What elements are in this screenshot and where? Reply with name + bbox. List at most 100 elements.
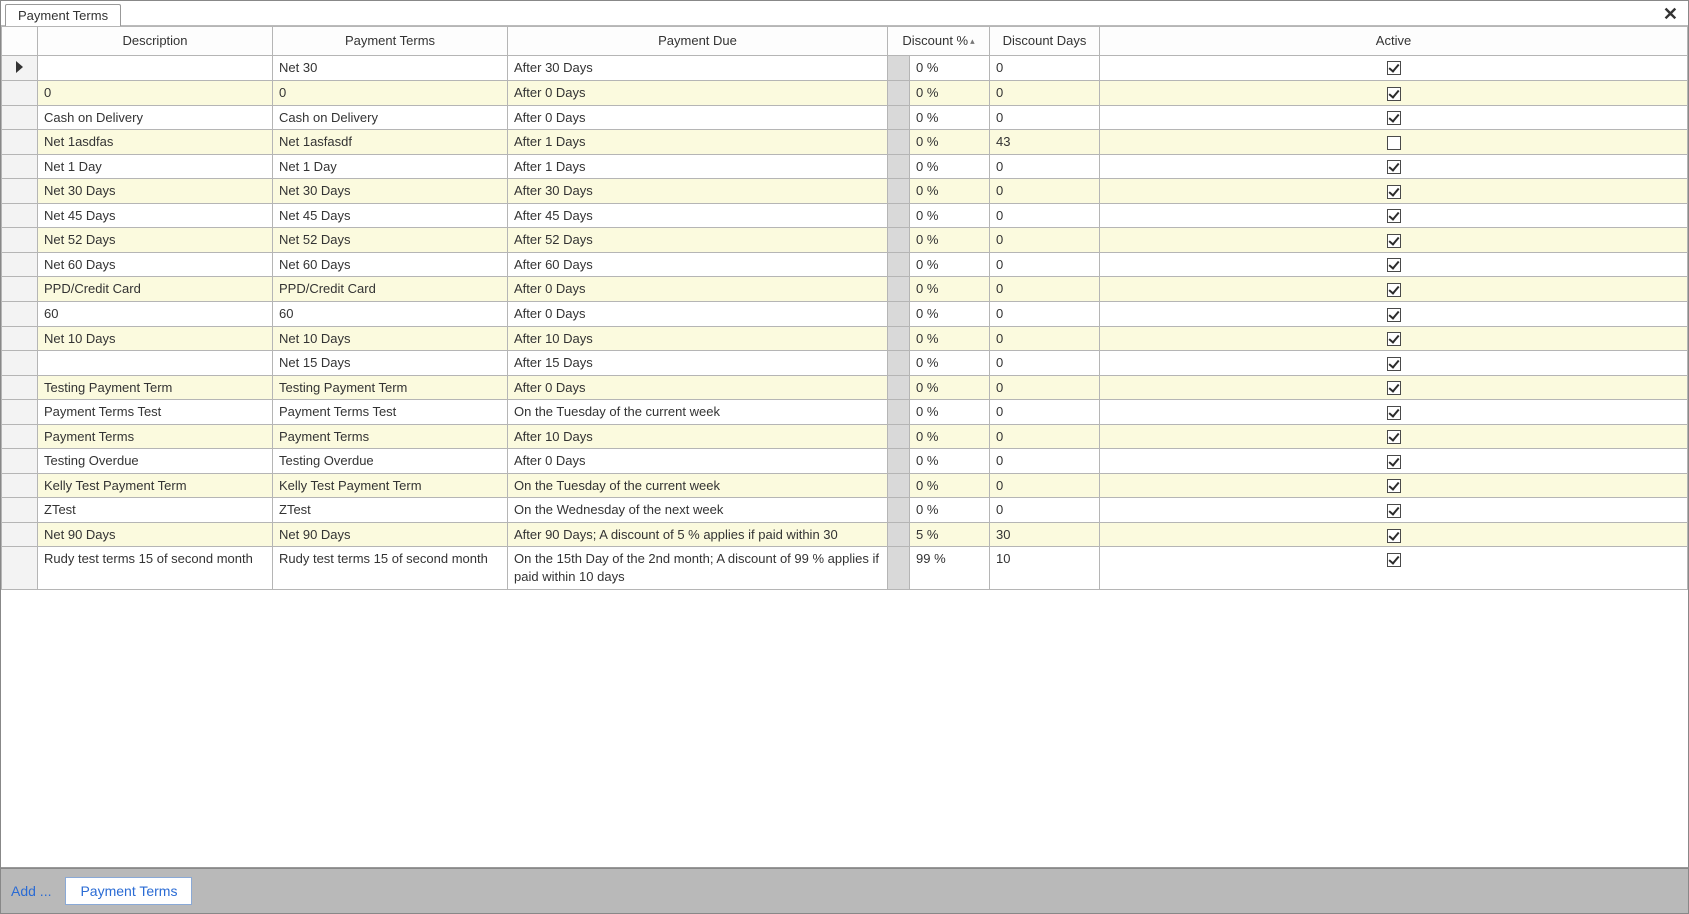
cell-payment-due[interactable]: After 52 Days bbox=[508, 228, 888, 253]
cell-discount-pct[interactable]: 0 % bbox=[910, 473, 990, 498]
row-selector-cell[interactable] bbox=[2, 302, 38, 327]
cell-payment-terms[interactable]: Testing Payment Term bbox=[273, 375, 508, 400]
active-checkbox[interactable] bbox=[1387, 479, 1401, 493]
cell-active[interactable] bbox=[1100, 179, 1688, 204]
cell-payment-terms[interactable]: Net 52 Days bbox=[273, 228, 508, 253]
discount-pct-editor-button[interactable] bbox=[888, 277, 910, 302]
table-row[interactable]: Net 1asdfasNet 1asfasdfAfter 1 Days0 %43 bbox=[2, 130, 1688, 155]
cell-payment-due[interactable]: After 60 Days bbox=[508, 252, 888, 277]
row-selector-cell[interactable] bbox=[2, 81, 38, 106]
table-row[interactable]: Testing Payment TermTesting Payment Term… bbox=[2, 375, 1688, 400]
cell-discount-pct[interactable]: 0 % bbox=[910, 498, 990, 523]
discount-pct-editor-button[interactable] bbox=[888, 547, 910, 589]
row-selector-cell[interactable] bbox=[2, 179, 38, 204]
active-checkbox[interactable] bbox=[1387, 87, 1401, 101]
table-row[interactable]: Net 60 DaysNet 60 DaysAfter 60 Days0 %0 bbox=[2, 252, 1688, 277]
table-row[interactable]: Testing OverdueTesting OverdueAfter 0 Da… bbox=[2, 449, 1688, 474]
cell-payment-due[interactable]: On the Tuesday of the current week bbox=[508, 400, 888, 425]
cell-payment-due[interactable]: After 0 Days bbox=[508, 375, 888, 400]
cell-payment-terms[interactable]: ZTest bbox=[273, 498, 508, 523]
cell-discount-pct[interactable]: 0 % bbox=[910, 203, 990, 228]
table-row[interactable]: Net 52 DaysNet 52 DaysAfter 52 Days0 %0 bbox=[2, 228, 1688, 253]
cell-discount-pct[interactable]: 0 % bbox=[910, 424, 990, 449]
discount-pct-editor-button[interactable] bbox=[888, 522, 910, 547]
active-checkbox[interactable] bbox=[1387, 160, 1401, 174]
col-header-discount-days[interactable]: Discount Days bbox=[990, 27, 1100, 56]
cell-payment-terms[interactable]: Net 30 Days bbox=[273, 179, 508, 204]
col-header-active[interactable]: Active bbox=[1100, 27, 1688, 56]
table-row[interactable]: PPD/Credit CardPPD/Credit CardAfter 0 Da… bbox=[2, 277, 1688, 302]
cell-payment-due[interactable]: After 10 Days bbox=[508, 424, 888, 449]
active-checkbox[interactable] bbox=[1387, 234, 1401, 248]
row-selector-cell[interactable] bbox=[2, 375, 38, 400]
cell-description[interactable]: Net 30 Days bbox=[38, 179, 273, 204]
cell-payment-terms[interactable]: Payment Terms bbox=[273, 424, 508, 449]
discount-pct-editor-button[interactable] bbox=[888, 375, 910, 400]
cell-active[interactable] bbox=[1100, 473, 1688, 498]
row-selector-cell[interactable] bbox=[2, 351, 38, 376]
cell-discount-pct[interactable]: 0 % bbox=[910, 154, 990, 179]
active-checkbox[interactable] bbox=[1387, 308, 1401, 322]
cell-description[interactable]: Net 60 Days bbox=[38, 252, 273, 277]
cell-payment-terms[interactable]: Kelly Test Payment Term bbox=[273, 473, 508, 498]
row-selector-cell[interactable] bbox=[2, 449, 38, 474]
cell-payment-terms[interactable]: Net 60 Days bbox=[273, 252, 508, 277]
cell-payment-due[interactable]: After 0 Days bbox=[508, 105, 888, 130]
cell-discount-days[interactable]: 0 bbox=[990, 252, 1100, 277]
active-checkbox[interactable] bbox=[1387, 185, 1401, 199]
active-checkbox[interactable] bbox=[1387, 111, 1401, 125]
discount-pct-editor-button[interactable] bbox=[888, 203, 910, 228]
table-row[interactable]: Net 30After 30 Days0 %0 bbox=[2, 55, 1688, 81]
cell-discount-pct[interactable]: 0 % bbox=[910, 252, 990, 277]
row-selector-cell[interactable] bbox=[2, 522, 38, 547]
col-header-payment-due[interactable]: Payment Due bbox=[508, 27, 888, 56]
row-selector-cell[interactable] bbox=[2, 130, 38, 155]
cell-discount-pct[interactable]: 0 % bbox=[910, 130, 990, 155]
cell-description[interactable]: Net 45 Days bbox=[38, 203, 273, 228]
active-checkbox[interactable] bbox=[1387, 430, 1401, 444]
table-row[interactable]: Net 90 DaysNet 90 DaysAfter 90 Days; A d… bbox=[2, 522, 1688, 547]
row-selector-cell[interactable] bbox=[2, 203, 38, 228]
cell-payment-terms[interactable]: Net 45 Days bbox=[273, 203, 508, 228]
cell-payment-terms[interactable]: Net 30 bbox=[273, 55, 508, 81]
cell-payment-terms[interactable]: PPD/Credit Card bbox=[273, 277, 508, 302]
cell-description[interactable] bbox=[38, 351, 273, 376]
tab-payment-terms[interactable]: Payment Terms bbox=[5, 4, 121, 26]
discount-pct-editor-button[interactable] bbox=[888, 498, 910, 523]
cell-active[interactable] bbox=[1100, 154, 1688, 179]
table-row[interactable]: Rudy test terms 15 of second monthRudy t… bbox=[2, 547, 1688, 589]
row-selector-cell[interactable] bbox=[2, 498, 38, 523]
cell-active[interactable] bbox=[1100, 105, 1688, 130]
row-selector-cell[interactable] bbox=[2, 228, 38, 253]
table-row[interactable]: Payment Terms TestPayment Terms TestOn t… bbox=[2, 400, 1688, 425]
cell-active[interactable] bbox=[1100, 55, 1688, 81]
discount-pct-editor-button[interactable] bbox=[888, 326, 910, 351]
row-selector-cell[interactable] bbox=[2, 55, 38, 81]
cell-discount-days[interactable]: 0 bbox=[990, 375, 1100, 400]
cell-discount-pct[interactable]: 0 % bbox=[910, 375, 990, 400]
cell-discount-days[interactable]: 0 bbox=[990, 400, 1100, 425]
table-row[interactable]: Payment TermsPayment TermsAfter 10 Days0… bbox=[2, 424, 1688, 449]
active-checkbox[interactable] bbox=[1387, 381, 1401, 395]
discount-pct-editor-button[interactable] bbox=[888, 130, 910, 155]
cell-discount-days[interactable]: 0 bbox=[990, 154, 1100, 179]
cell-payment-terms[interactable]: Rudy test terms 15 of second month bbox=[273, 547, 508, 589]
cell-description[interactable]: ZTest bbox=[38, 498, 273, 523]
cell-payment-due[interactable]: After 0 Days bbox=[508, 449, 888, 474]
discount-pct-editor-button[interactable] bbox=[888, 228, 910, 253]
cell-payment-due[interactable]: After 0 Days bbox=[508, 302, 888, 327]
cell-description[interactable]: PPD/Credit Card bbox=[38, 277, 273, 302]
discount-pct-editor-button[interactable] bbox=[888, 449, 910, 474]
active-checkbox[interactable] bbox=[1387, 258, 1401, 272]
cell-payment-due[interactable]: After 0 Days bbox=[508, 81, 888, 106]
row-selector-cell[interactable] bbox=[2, 547, 38, 589]
cell-description[interactable]: Payment Terms bbox=[38, 424, 273, 449]
row-selector-cell[interactable] bbox=[2, 400, 38, 425]
cell-payment-terms[interactable]: 0 bbox=[273, 81, 508, 106]
cell-discount-pct[interactable]: 0 % bbox=[910, 449, 990, 474]
discount-pct-editor-button[interactable] bbox=[888, 81, 910, 106]
cell-active[interactable] bbox=[1100, 547, 1688, 589]
cell-discount-days[interactable]: 0 bbox=[990, 203, 1100, 228]
cell-discount-pct[interactable]: 0 % bbox=[910, 277, 990, 302]
col-header-payment-terms[interactable]: Payment Terms bbox=[273, 27, 508, 56]
